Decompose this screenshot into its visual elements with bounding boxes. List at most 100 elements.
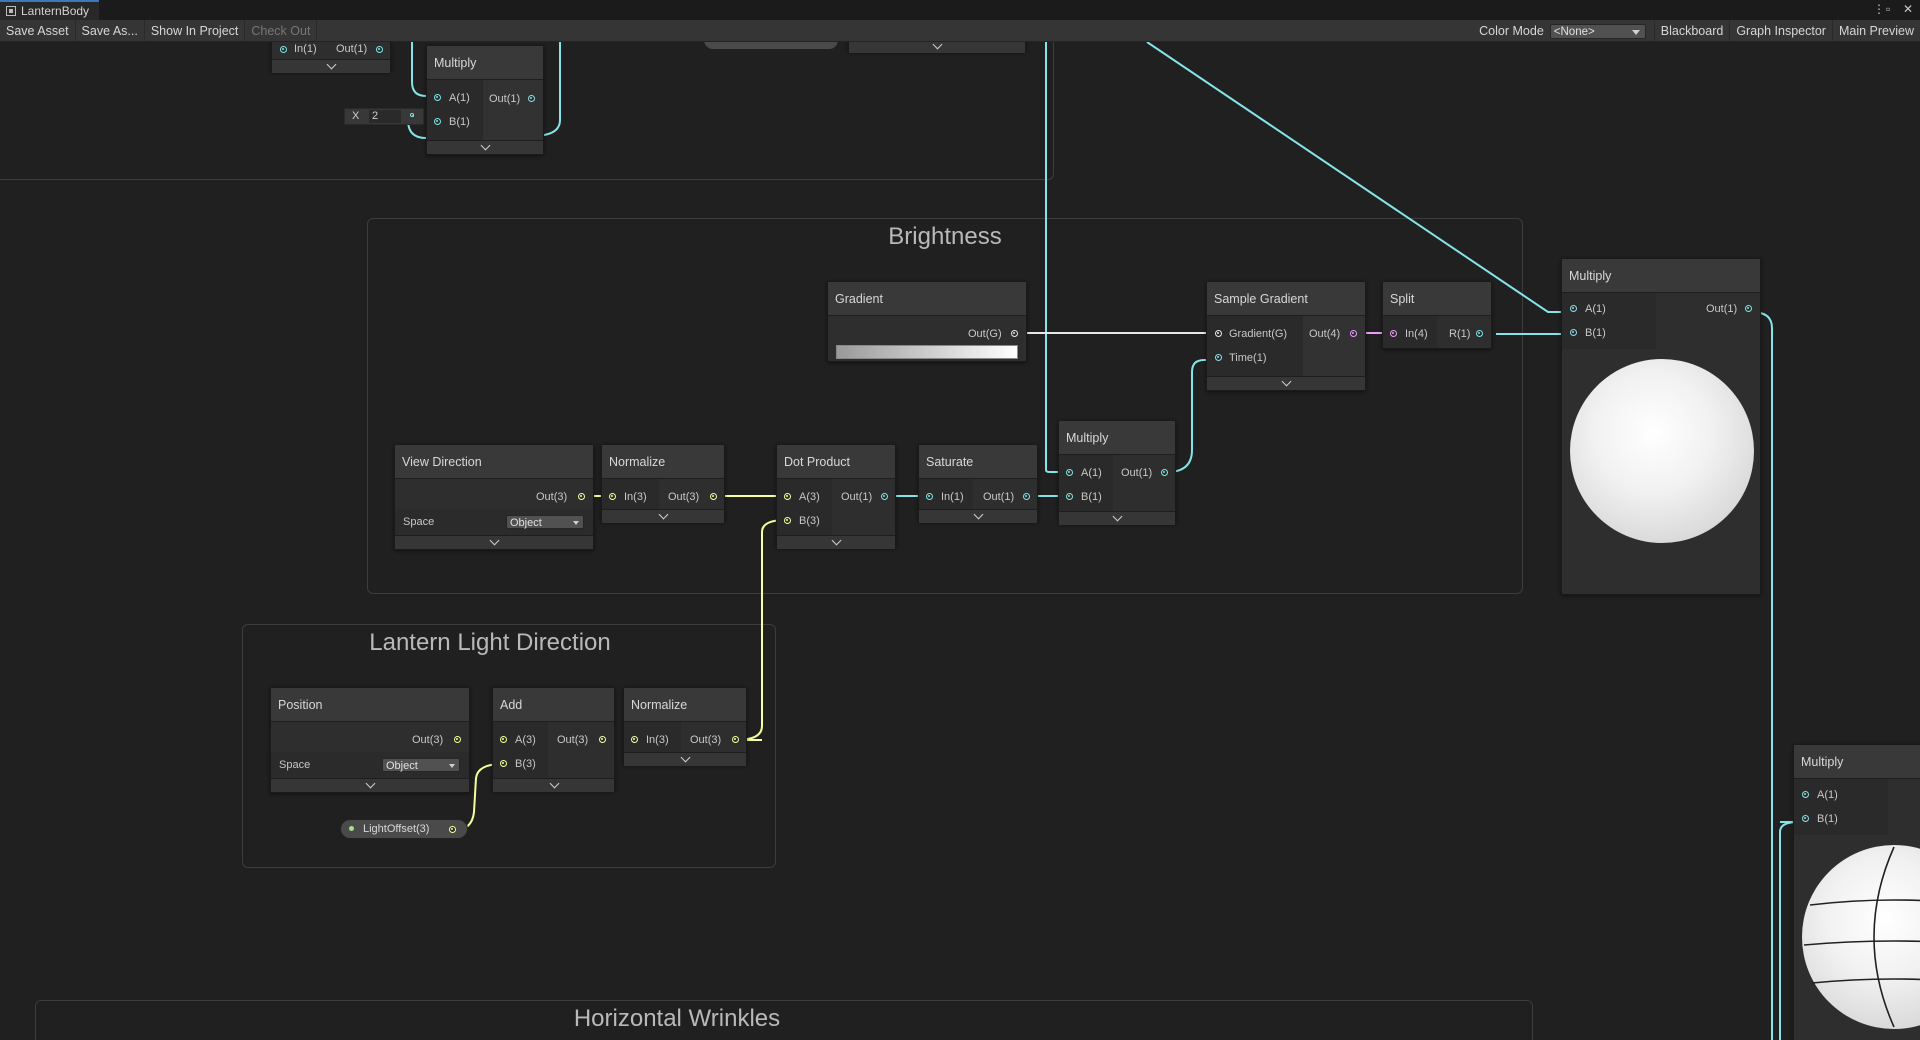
port-out-dot[interactable]: [1476, 330, 1483, 337]
more-options-icon[interactable]: ⋮: [1873, 2, 1885, 16]
port-gradient-dot[interactable]: [1215, 330, 1222, 337]
port-time-dot[interactable]: [1215, 354, 1222, 361]
color-mode-dropdown[interactable]: <None>: [1549, 23, 1646, 39]
add-node[interactable]: Add A(3) B(3) Out(3): [492, 687, 615, 792]
port-out-label: Out(3): [412, 734, 444, 746]
normalize-node-1[interactable]: Normalize In(3) Out(3): [601, 444, 725, 523]
dot-product-node[interactable]: Dot Product A(3) B(3) Out(1): [776, 444, 896, 549]
show-in-project-button[interactable]: Show In Project: [145, 19, 246, 42]
multiply-node-far[interactable]: Multiply A(1) B(1): [1793, 744, 1920, 1040]
group-title[interactable]: Brightness: [368, 223, 1522, 251]
port-out-dot[interactable]: [1745, 305, 1752, 312]
main-preview-button[interactable]: Main Preview: [1833, 20, 1920, 42]
light-offset-property[interactable]: LightOffset(3): [340, 819, 468, 839]
collapse-toggle[interactable]: [271, 778, 469, 792]
port-out-dot[interactable]: [599, 736, 606, 743]
sample-gradient-node[interactable]: Sample Gradient Gradient(G) Time(1) Out(…: [1206, 281, 1366, 391]
close-icon[interactable]: ✕: [1903, 2, 1913, 16]
port-a-dot[interactable]: [500, 736, 507, 743]
port-dot[interactable]: [376, 46, 383, 53]
port-out-dot[interactable]: [454, 736, 461, 743]
port-out-dot[interactable]: [881, 493, 888, 500]
port-out-dot[interactable]: [1350, 330, 1357, 337]
x-value[interactable]: 2: [369, 110, 401, 123]
node-title: Multiply: [1562, 259, 1760, 293]
top-node-partial-2[interactable]: [848, 42, 1026, 53]
group-title[interactable]: Lantern Light Direction: [205, 629, 775, 657]
port-out-dot[interactable]: [1161, 469, 1168, 476]
port-out-label: Out(1): [983, 491, 1015, 503]
position-node[interactable]: Position Out(3) Space Object: [270, 687, 470, 793]
property-pill-partial[interactable]: [703, 42, 839, 50]
group-title[interactable]: Horizontal Wrinkles: [0, 1005, 1532, 1033]
port-a-dot[interactable]: [1570, 305, 1577, 312]
window-tab[interactable]: LanternBody: [0, 0, 100, 20]
graph-canvas[interactable]: Brightness Lantern Light Direction Horiz…: [0, 42, 1920, 1040]
port-in-dot[interactable]: [926, 493, 933, 500]
saturate-node[interactable]: Saturate In(1) Out(1): [918, 444, 1038, 523]
node-title: Multiply: [1059, 421, 1175, 455]
port-a-dot[interactable]: [784, 493, 791, 500]
port-out-dot[interactable]: [578, 493, 585, 500]
port-out-dot[interactable]: [710, 493, 717, 500]
port-out-dot[interactable]: [449, 826, 456, 833]
view-direction-node[interactable]: View Direction Out(3) Space Object: [394, 444, 594, 550]
graph-inspector-button[interactable]: Graph Inspector: [1730, 20, 1833, 42]
port-out-dot[interactable]: [528, 95, 535, 102]
save-asset-button[interactable]: Save Asset: [0, 19, 76, 42]
multiply-node-right[interactable]: Multiply A(1) B(1) Out(1): [1561, 258, 1761, 595]
port-out-label: Out(1): [489, 93, 521, 105]
port-b-dot[interactable]: [500, 760, 507, 767]
port-in-label: In(3): [624, 491, 647, 503]
collapse-toggle[interactable]: [919, 509, 1037, 523]
horizontal-wrinkles-group[interactable]: Horizontal Wrinkles: [35, 1000, 1533, 1040]
port-a-dot[interactable]: [1066, 469, 1073, 476]
split-node[interactable]: Split In(4) R(1): [1382, 281, 1492, 349]
collapse-toggle[interactable]: [1059, 511, 1175, 525]
node-title: Normalize: [624, 688, 746, 722]
port-b-dot[interactable]: [1570, 329, 1577, 336]
node-title: Position: [271, 688, 469, 722]
port-a-dot[interactable]: [1802, 791, 1809, 798]
collapse-toggle[interactable]: [272, 59, 390, 73]
port-out-dot[interactable]: [732, 736, 739, 743]
collapse-toggle[interactable]: [395, 535, 593, 549]
collapse-toggle[interactable]: [849, 42, 1025, 53]
multiply-node-mid[interactable]: Multiply A(1) B(1) Out(1): [1058, 420, 1176, 525]
port-b-dot[interactable]: [784, 517, 791, 524]
collapse-toggle[interactable]: [1207, 376, 1365, 390]
multiply-node-top[interactable]: Multiply A(1) B(1) Out(1): [426, 45, 544, 155]
port-a-dot[interactable]: [434, 94, 441, 101]
port-in-dot[interactable]: [609, 493, 616, 500]
port-out-dot[interactable]: [1023, 493, 1030, 500]
port-out-dot[interactable]: [1011, 330, 1018, 337]
save-as-button[interactable]: Save As...: [76, 19, 145, 42]
port-b-dot[interactable]: [434, 118, 441, 125]
chevron-down-icon: [326, 59, 337, 70]
gradient-swatch[interactable]: [836, 345, 1018, 359]
port-in-dot[interactable]: [631, 736, 638, 743]
maximize-icon[interactable]: ▫: [1886, 2, 1890, 16]
port-in-label: In(1): [941, 491, 964, 503]
collapse-toggle[interactable]: [624, 752, 746, 766]
port-b-label: B(1): [1585, 327, 1606, 339]
collapse-toggle[interactable]: [602, 509, 724, 523]
collapse-toggle[interactable]: [493, 778, 614, 792]
space-dropdown[interactable]: Object: [382, 758, 460, 772]
port-in-label: In(3): [646, 734, 669, 746]
space-dropdown[interactable]: Object: [506, 515, 584, 529]
port-b-label: B(3): [515, 758, 536, 770]
normalize-node-2[interactable]: Normalize In(3) Out(3): [623, 687, 747, 766]
port-b-dot[interactable]: [1066, 493, 1073, 500]
collapse-toggle[interactable]: [777, 535, 895, 549]
port-b-dot[interactable]: [1802, 815, 1809, 822]
blackboard-button[interactable]: Blackboard: [1653, 20, 1731, 42]
port-dot[interactable]: [280, 46, 287, 53]
port-in-dot[interactable]: [1390, 330, 1397, 337]
b-input-field[interactable]: X 2: [344, 108, 424, 125]
port-dot: [410, 113, 414, 117]
top-node-partial[interactable]: In(1) Out(1): [271, 42, 391, 73]
collapse-toggle[interactable]: [427, 140, 543, 154]
gradient-node[interactable]: Gradient Out(G): [827, 281, 1027, 362]
node-title: Normalize: [602, 445, 724, 479]
